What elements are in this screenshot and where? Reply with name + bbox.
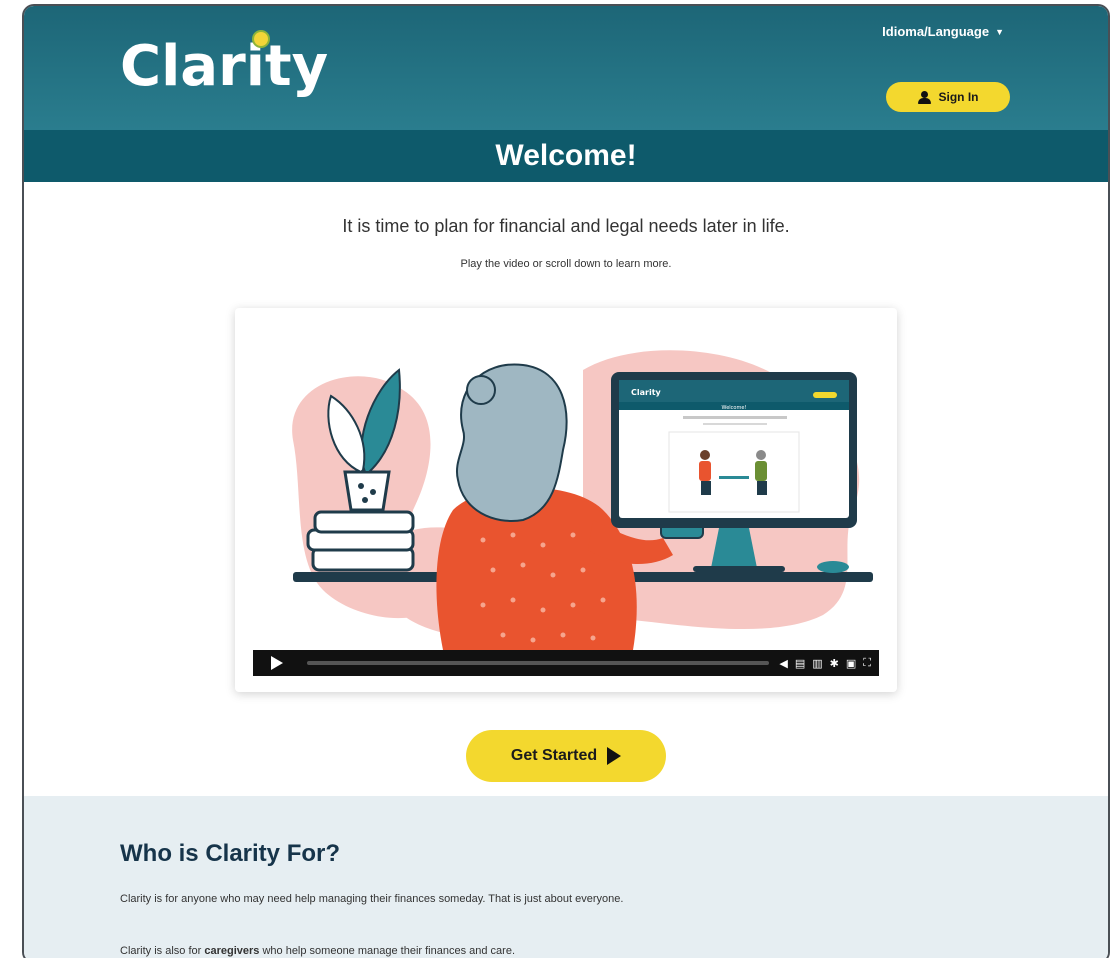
captions-icon[interactable]: ▤ bbox=[795, 657, 805, 670]
sign-in-label: Sign In bbox=[938, 90, 979, 104]
play-icon bbox=[271, 656, 283, 670]
video-thumbnail-illustration[interactable]: Clarity Welcome! bbox=[253, 320, 879, 650]
get-started-button[interactable]: Get Started bbox=[466, 730, 666, 782]
who-heading: Who is Clarity For? bbox=[120, 840, 341, 867]
tagline: It is time to plan for financial and leg… bbox=[342, 216, 790, 236]
sign-in-button[interactable]: Sign In bbox=[886, 82, 1010, 112]
video-player[interactable]: Clarity Welcome! 00:00 ◀ ▤ ▥ ✱ ▣ ⛶ bbox=[235, 308, 897, 692]
settings-icon[interactable]: ✱ bbox=[830, 657, 839, 670]
caregivers-emphasis: caregivers bbox=[204, 945, 260, 957]
who-paragraph-1: Clarity is for anyone who may need help … bbox=[120, 893, 624, 905]
video-controls: 00:00 ◀ ▤ ▥ ✱ ▣ ⛶ bbox=[253, 640, 879, 676]
volume-icon[interactable]: ◀ bbox=[779, 657, 787, 670]
language-dropdown[interactable]: Idioma/Language ▼ bbox=[882, 24, 1004, 39]
user-icon bbox=[917, 90, 931, 104]
browser-frame: Clarity Idioma/Language ▼ Sign In Welcom… bbox=[22, 4, 1110, 958]
who-paragraph-2-prefix: Clarity is also for bbox=[120, 945, 205, 957]
get-started-label: Get Started bbox=[510, 747, 598, 764]
caret-down-icon: ▼ bbox=[995, 26, 1004, 37]
transcript-icon[interactable]: ▥ bbox=[812, 657, 822, 670]
site-header: Clarity Idioma/Language ▼ Sign In bbox=[24, 6, 1108, 130]
logo-sun-icon bbox=[254, 32, 268, 46]
svg-text:Welcome!: Welcome! bbox=[722, 405, 747, 411]
who-paragraph-2: Clarity is also for caregivers who help … bbox=[120, 942, 680, 958]
who-section: Who is Clarity For? Clarity is for anyon… bbox=[24, 796, 1108, 958]
play-button[interactable] bbox=[257, 653, 297, 673]
who-paragraph-2-suffix: who help someone manage their finances a… bbox=[259, 945, 516, 957]
subtext: Play the video or scroll down to learn m… bbox=[460, 258, 672, 270]
fullscreen-icon[interactable]: ⛶ bbox=[863, 657, 871, 670]
pip-icon[interactable]: ▣ bbox=[846, 657, 856, 670]
clarity-logo[interactable]: Clarity bbox=[120, 34, 328, 99]
welcome-banner: Welcome! bbox=[24, 130, 1108, 182]
play-arrow-icon bbox=[607, 747, 622, 765]
language-label: Idioma/Language bbox=[882, 24, 990, 39]
video-time: 00:00 bbox=[315, 640, 333, 647]
svg-text:Clarity: Clarity bbox=[631, 388, 662, 397]
video-progress-bar[interactable] bbox=[307, 661, 770, 665]
